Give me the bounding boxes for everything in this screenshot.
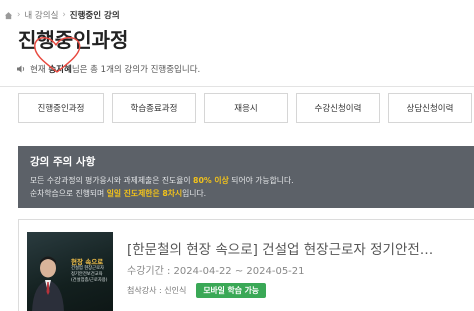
breadcrumb-my-classroom[interactable]: 내 강의실 [24,9,58,21]
tab-enrollment-history[interactable]: 수강신청이력 [296,93,380,123]
divider [0,86,474,87]
thumbnail-headline: 현장 속으로 [71,258,104,266]
notice-text: 모든 수강과정의 평가응시와 과제제출은 진도율이 [30,176,191,185]
course-period: 수강기간 : 2024-04-22 ~ 2024-05-21 [127,262,305,277]
breadcrumb: › 내 강의실 › 진행중인 강의 [4,8,120,22]
course-teacher: 첨삭강사 : 신인식 [127,285,186,296]
breadcrumb-separator: › [62,10,66,20]
tab-consultation-history[interactable]: 상담신청이력 [388,93,472,123]
course-count-notice: 현재 송지혜 님은 총 1개의 강의가 진행중입니다. [16,63,200,75]
course-notice-box: 강의 주의 사항 모든 수강과정의 평가응시와 과제제출은 진도율이 80% 이… [18,146,474,208]
notice-suffix: 님은 총 1개의 강의가 진행중입니다. [71,65,201,75]
breadcrumb-current: 진행중인 강의 [69,11,120,21]
course-title[interactable]: [한문철의 현장 속으로] 건설업 현장근로자 정기안전… [127,238,433,258]
page-title: 진행중인과정 [18,28,129,52]
notice-text: 되어야 가능합니다. [231,176,294,185]
tab-in-progress[interactable]: 진행중인과정 [18,93,104,123]
notice-line-1: 모든 수강과정의 평가응시와 과제제출은 진도율이 80% 이상 되어야 가능합… [30,174,462,187]
notice-line-2: 순차학습으로 진행되며 일일 진도제한은 8차시입니다. [30,187,462,200]
tab-retest[interactable]: 재응시 [204,93,288,123]
course-thumbnail[interactable]: 현장 속으로 건설업 현장근로자 정기안전보건교육 (건설업종/근로자용) [27,232,113,311]
notice-highlight: 일일 진도제한은 8차시 [106,189,183,198]
speaker-icon [17,65,25,73]
teacher-name: 신인식 [164,286,187,295]
user-name: 송지혜 [48,65,72,75]
breadcrumb-separator: › [17,10,21,20]
tab-completed[interactable]: 학습종료과정 [112,93,196,123]
notice-prefix: 현재 [30,65,46,75]
course-meta: 첨삭강사 : 신인식 모바일 학습 가능 [127,283,266,298]
thumbnail-subtitle-line: (건설업종/근로자용) [71,278,108,283]
course-tabs: 진행중인과정 학습종료과정 재응시 수강신청이력 상담신청이력 [18,93,472,123]
period-label: 수강기간 : [127,266,171,277]
mobile-learning-badge: 모바일 학습 가능 [196,283,266,298]
instructor-photo [32,256,64,311]
notice-text: 입니다. [182,189,207,198]
period-value: 2024-04-22 ~ 2024-05-21 [173,266,305,277]
home-icon[interactable] [4,11,13,20]
teacher-label: 첨삭강사 : [127,286,162,295]
course-card[interactable]: 현장 속으로 건설업 현장근로자 정기안전보건교육 (건설업종/근로자용) [한… [18,219,474,311]
page: › 내 강의실 › 진행중인 강의 진행중인과정 현재 송지혜 님은 총 1개의 … [0,0,474,311]
notice-highlight: 80% 이상 [193,176,229,185]
thumbnail-subtitle: 건설업 현장근로자 정기안전보건교육 (건설업종/근로자용) [71,266,107,284]
notice-text: 순차학습으로 진행되며 [30,189,105,198]
notice-title: 강의 주의 사항 [30,156,96,168]
